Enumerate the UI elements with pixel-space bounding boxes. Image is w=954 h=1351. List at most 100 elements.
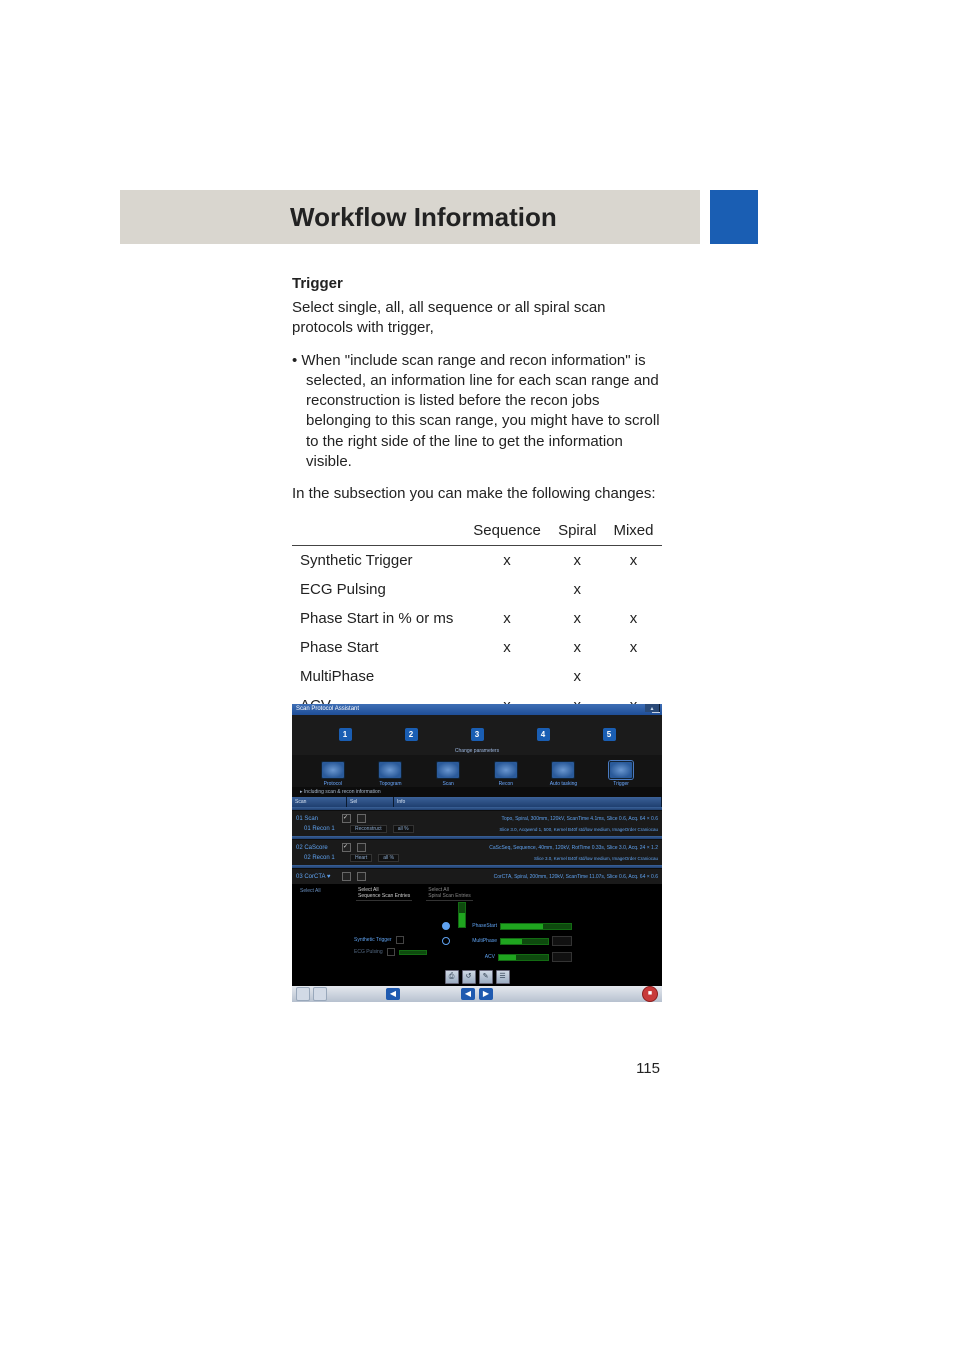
scan-row-info: CaScSeq, Sequence, 40mm, 120kV, RotTime … (372, 845, 658, 851)
tab-icon (494, 761, 518, 779)
wizard-step-badge: 1 (339, 728, 352, 741)
acv-row: ACV (442, 952, 572, 962)
row-cell (605, 575, 662, 604)
wizard-step-3[interactable]: 3 (471, 728, 484, 743)
recon-cell-b[interactable]: all % (393, 825, 414, 833)
table-row: MultiPhasex (292, 662, 662, 691)
page-number: 115 (0, 1060, 660, 1077)
row-cell: x (550, 604, 605, 633)
row-cell: x (465, 546, 550, 576)
recon-cell-a[interactable]: Reconstruct (350, 825, 387, 833)
multiphase-label: MultiPhase (453, 938, 500, 944)
slider-group: PhaseStart MultiPhase ACV (442, 904, 572, 968)
footer-btn-2[interactable] (313, 987, 327, 1001)
ecg-pulsing-row: ECG Pulsing (354, 948, 427, 956)
wizard-step-badge: 4 (537, 728, 550, 741)
row-label: ECG Pulsing (292, 575, 465, 604)
scan-subtabs: Select All Sequence Scan Entries Select … (356, 886, 473, 901)
row-cell (465, 662, 550, 691)
tab-trigger[interactable]: Trigger (596, 761, 646, 787)
synthetic-trigger-label: Synthetic Trigger (354, 937, 392, 943)
subtab-sequence[interactable]: Select All Sequence Scan Entries (356, 886, 412, 901)
footer-back-button[interactable]: ◀ (386, 988, 400, 1000)
trigger-subhead: Trigger (292, 275, 662, 292)
scan-row-checkbox-2[interactable] (357, 872, 366, 881)
footer-nav: ◀ ▶ (461, 988, 493, 1000)
multiphase-radio[interactable] (442, 937, 450, 945)
category-tabs: Protocol Topogram Scan Recon Auto tasking Tri… (292, 755, 662, 787)
row-label: Phase Start in % or ms (292, 604, 465, 633)
table-row: Synthetic Triggerxxx (292, 546, 662, 576)
tab-scan[interactable]: Scan (423, 761, 473, 787)
scan-row-checkbox[interactable] (342, 872, 351, 881)
header-blue-block (710, 190, 758, 244)
recon-cell-b[interactable]: all % (378, 854, 399, 862)
tab-protocol[interactable]: Protocol (308, 761, 358, 787)
scan-row-checkbox-2[interactable] (357, 843, 366, 852)
row-label: Phase Start (292, 633, 465, 662)
tab-topogram[interactable]: Topogram (365, 761, 415, 787)
tab-icon (551, 761, 575, 779)
multiphase-value[interactable] (552, 936, 572, 946)
botbtn-1[interactable]: ⎙ (445, 970, 459, 984)
page: Workflow Information Trigger Select sing… (0, 0, 954, 1351)
phasestart-slider[interactable] (500, 923, 572, 930)
stop-button[interactable]: ■ (642, 986, 658, 1002)
app-screenshot: Scan Protocol Assistant × 12345 Change p… (292, 704, 662, 1002)
row-cell: x (465, 604, 550, 633)
tab-label: Scan (442, 781, 453, 787)
scan-rows: 01 ScanTopo, Spiral, 300mm, 120kV, ScanT… (292, 807, 662, 884)
synthetic-trigger-row: Synthetic Trigger (354, 936, 427, 944)
wizard-step-1[interactable]: 1 (339, 728, 352, 743)
ecg-pulsing-label: ECG Pulsing (354, 949, 383, 955)
next-button[interactable]: ▶ (479, 988, 493, 1000)
page-title: Workflow Information (290, 202, 557, 233)
row-cell: x (605, 546, 662, 576)
scan-row: 02 CaScoreCaScSeq, Sequence, 40mm, 120kV… (292, 839, 662, 865)
acv-value[interactable] (552, 952, 572, 962)
ecg-pulsing-checkbox[interactable] (387, 948, 395, 956)
header-grey-bar: Workflow Information (120, 190, 700, 244)
table-row: Phase Startxxx (292, 633, 662, 662)
botbtn-3[interactable]: ✎ (479, 970, 493, 984)
content-column: Trigger Select single, all, all sequence… (292, 275, 662, 721)
tab-label: Topogram (379, 781, 401, 787)
row-cell: x (550, 662, 605, 691)
wizard-step-badge: 3 (471, 728, 484, 741)
side-controls: Synthetic Trigger ECG Pulsing (354, 936, 427, 960)
wizard-step-4[interactable]: 4 (537, 728, 550, 743)
table-header-row: Sequence Spiral Mixed (292, 516, 662, 546)
footer-left-group (296, 987, 327, 1001)
scroll-up-icon[interactable]: ▴ (645, 704, 660, 712)
ecg-pulsing-slider[interactable] (399, 950, 427, 955)
tab-recon[interactable]: Recon (481, 761, 531, 787)
botbtn-4[interactable]: ☰ (496, 970, 510, 984)
wizard-step-5[interactable]: 5 (603, 728, 616, 743)
multiphase-row: MultiPhase (442, 936, 572, 946)
th-sequence: Sequence (465, 516, 550, 546)
phasestart-radio[interactable] (442, 922, 450, 930)
subbar-note: Including scan & recon information (304, 789, 381, 795)
footer-btn-1[interactable] (296, 987, 310, 1001)
scan-row-checkbox[interactable] (342, 814, 351, 823)
recon-cell-a[interactable]: Heart (350, 854, 372, 862)
botbtn-refresh-icon[interactable]: ↺ (462, 970, 476, 984)
footer-bar: ◀ ◀ ▶ ■ (292, 986, 662, 1002)
scan-row-checkbox[interactable] (342, 843, 351, 852)
scan-row-info: Topo, Spiral, 300mm, 120kV, ScanTime 4.1… (372, 816, 658, 822)
wizard-step-2[interactable]: 2 (405, 728, 418, 743)
synthetic-trigger-checkbox[interactable] (396, 936, 404, 944)
multiphase-slider[interactable] (500, 938, 549, 945)
wizard-subtitle: Change parameters (292, 748, 662, 754)
scan-row-checkbox-2[interactable] (357, 814, 366, 823)
subtab-spiral[interactable]: Select All Spiral Scan Entries (426, 886, 473, 901)
tab-label: Auto tasking (550, 781, 578, 787)
prev-button[interactable]: ◀ (461, 988, 475, 1000)
wizard-step-badge: 5 (603, 728, 616, 741)
acv-slider[interactable] (498, 954, 549, 961)
tab-auto-tasking[interactable]: Auto tasking (538, 761, 588, 787)
tab-icon (436, 761, 460, 779)
tab-label: Trigger (613, 781, 629, 787)
th-mixed: Mixed (605, 516, 662, 546)
th-blank (292, 516, 465, 546)
